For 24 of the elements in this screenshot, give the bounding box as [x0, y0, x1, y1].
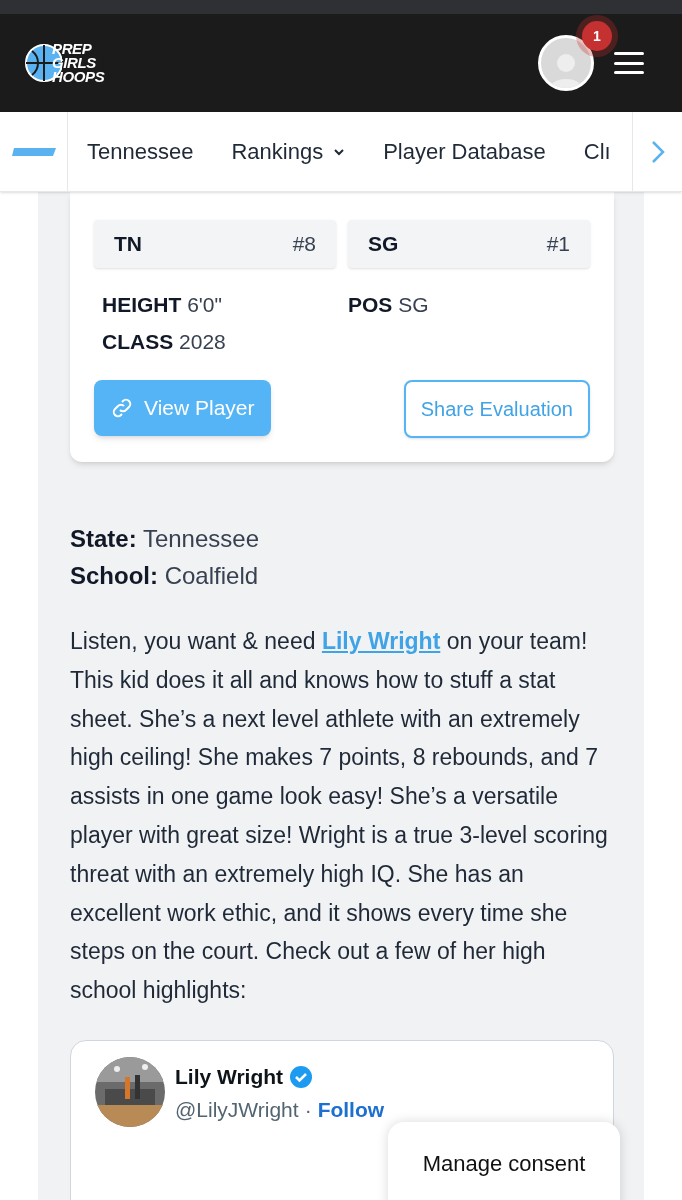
- link-icon: [110, 396, 134, 420]
- logo[interactable]: PREP GIRLS HOOPS: [24, 42, 105, 84]
- separator-text: ·: [304, 1097, 312, 1124]
- nav-link[interactable]: Clı: [583, 135, 611, 168]
- menu-icon[interactable]: [614, 52, 644, 74]
- rank-label: SG: [368, 231, 399, 258]
- detail-text: School: Coalfield: [70, 561, 260, 591]
- rank-label: TN: [114, 231, 142, 258]
- nav-link[interactable]: Tennessee: [87, 135, 194, 168]
- stat-text: HEIGHT 6'0": [102, 292, 223, 318]
- article-paragraph: Listen, you want & need Lily Wright on your team! This kid does it all and knows how to stuff a stat sheet. She’s a next level athlete with an extremely high ceiling! She makes 7 points, 8 rebounds, and 7 assists in one game look easy! She’s a versatile player with great size! Wright is a true 3-level scoring threat with an extremely high IQ. She has an excellent work ethic, and it shows every time she steps on the court. Check out a few of her high school highlights:: [70, 627, 609, 1006]
- follow-link[interactable]: Follow: [317, 1094, 385, 1126]
- nav-link[interactable]: Rankings: [231, 135, 346, 168]
- nav-link[interactable]: Player Database: [383, 135, 546, 168]
- rank-number: #8: [292, 231, 316, 258]
- detail-text: State: Tennessee: [70, 524, 260, 554]
- tweet-author-name: Lily Wright: [175, 1063, 284, 1090]
- tweet-handle: @LilyJWright: [175, 1097, 299, 1124]
- notification-badge: 1: [582, 21, 612, 51]
- manage-consent-button[interactable]: Manage consent: [388, 1122, 620, 1200]
- rank-number: #1: [546, 231, 570, 258]
- avatar-icon[interactable]: [538, 35, 594, 91]
- stat-text: POS SG: [348, 292, 430, 318]
- stat-text: CLASS 2028: [102, 329, 227, 355]
